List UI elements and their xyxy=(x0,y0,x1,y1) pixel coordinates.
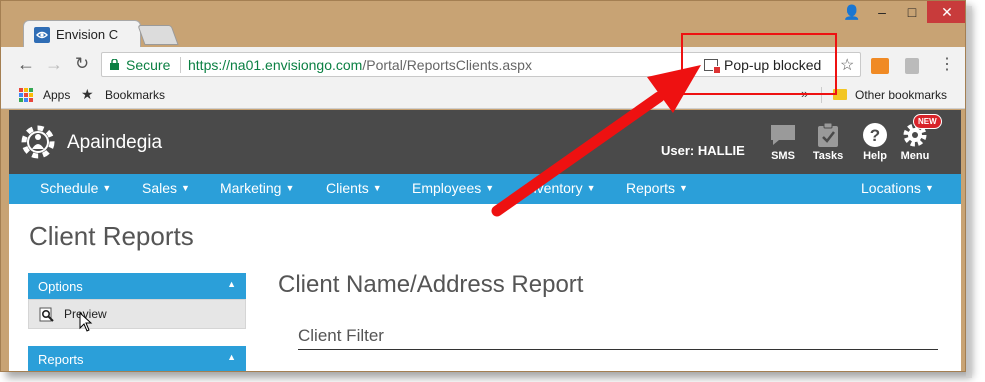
annotation-arrow-icon xyxy=(491,65,701,217)
window-shadow xyxy=(966,6,972,378)
browser-window: Envision C 👤 – □ ✕ ← → ↻ Secure https://… xyxy=(0,0,966,372)
